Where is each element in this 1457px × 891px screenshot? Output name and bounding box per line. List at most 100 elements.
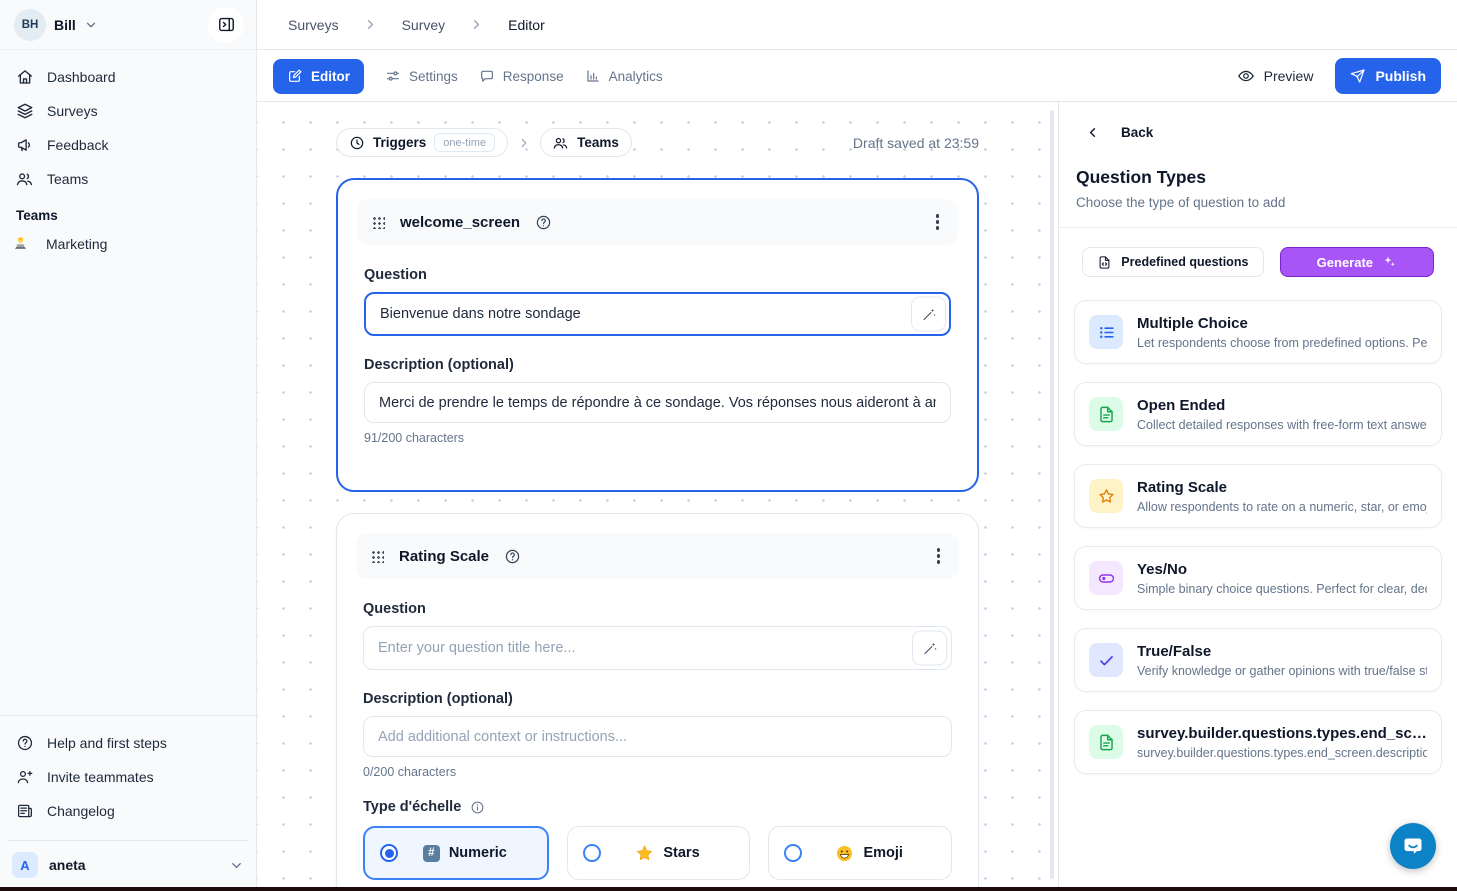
radio-selected[interactable]	[380, 844, 398, 862]
publish-button[interactable]: Publish	[1335, 58, 1441, 94]
preview-button[interactable]: Preview	[1237, 67, 1314, 85]
chevron-left-icon	[1085, 125, 1100, 140]
description-field-label: Description (optional)	[363, 691, 952, 707]
paper-plane-icon	[1350, 68, 1366, 84]
check-icon	[1089, 643, 1123, 677]
question-type-end-screen[interactable]: survey.builder.questions.types.end_scr..…	[1074, 710, 1442, 774]
tab-settings[interactable]: Settings	[385, 68, 458, 84]
question-card-welcome-screen[interactable]: welcome_screen Question Description (opt…	[336, 178, 979, 492]
question-circle-icon	[16, 734, 34, 752]
question-title-input[interactable]	[364, 292, 951, 336]
users-icon	[553, 135, 569, 151]
sidebar-item-surveys[interactable]: Surveys	[8, 94, 248, 128]
users-icon	[16, 170, 34, 188]
newspaper-icon	[16, 802, 34, 820]
sidebar-item-changelog[interactable]: Changelog	[8, 794, 248, 828]
question-description-input[interactable]	[363, 716, 952, 757]
account-name: aneta	[49, 857, 218, 873]
magic-wand-icon[interactable]	[912, 631, 947, 666]
card-menu-kebab-icon[interactable]	[932, 210, 943, 233]
sidebar-item-help[interactable]: Help and first steps	[8, 726, 248, 760]
number-keycap-icon: #	[423, 845, 440, 862]
info-circle-icon[interactable]	[470, 800, 485, 815]
type-name: Rating Scale	[1137, 479, 1427, 496]
generate-button[interactable]: Generate	[1280, 247, 1434, 277]
question-title-input[interactable]	[363, 626, 952, 670]
sidebar-item-label: Feedback	[47, 137, 108, 153]
drag-handle-icon[interactable]	[371, 550, 384, 563]
sidebar-item-feedback[interactable]: Feedback	[8, 128, 248, 162]
back-label: Back	[1121, 125, 1153, 140]
tab-label: Editor	[311, 69, 350, 84]
triggers-chip[interactable]: Triggers one-time	[336, 128, 508, 157]
tab-editor[interactable]: Editor	[273, 59, 364, 94]
panel-toggle-icon	[217, 15, 236, 34]
option-label: Stars	[663, 845, 699, 861]
window-bottom-edge	[0, 887, 1457, 891]
tab-response[interactable]: Response	[479, 68, 564, 84]
question-type-multiple-choice[interactable]: Multiple Choice Let respondents choose f…	[1074, 300, 1442, 364]
sidebar-item-teams[interactable]: Teams	[8, 162, 248, 196]
sidebar-item-team-marketing[interactable]: Marketing	[0, 227, 256, 260]
question-type-rating-scale[interactable]: Rating Scale Allow respondents to rate o…	[1074, 464, 1442, 528]
question-card-header: welcome_screen	[357, 199, 958, 245]
predefined-label: Predefined questions	[1121, 255, 1248, 269]
magic-wand-icon[interactable]	[911, 297, 946, 332]
breadcrumb-survey[interactable]: Survey	[402, 17, 446, 33]
chevron-right-icon	[469, 17, 484, 32]
tab-analytics[interactable]: Analytics	[585, 68, 663, 84]
question-description-input[interactable]	[364, 382, 951, 423]
help-circle-icon[interactable]	[504, 548, 521, 565]
canvas-scrollbar[interactable]	[1050, 110, 1054, 879]
radio-unselected[interactable]	[784, 844, 802, 862]
breadcrumb-surveys[interactable]: Surveys	[288, 17, 339, 33]
account-menu[interactable]: A aneta	[12, 852, 244, 878]
scale-option-emoji[interactable]: Emoji	[768, 826, 952, 880]
scale-type-label: Type d'échelle	[363, 799, 461, 815]
star-emoji-icon	[635, 844, 654, 863]
account-avatar: A	[12, 852, 38, 878]
drag-handle-icon[interactable]	[372, 216, 385, 229]
technologist-emoji-icon	[12, 235, 29, 252]
teams-chip[interactable]: Teams	[540, 128, 632, 157]
pencil-square-icon	[287, 68, 303, 84]
breadcrumb-editor[interactable]: Editor	[508, 17, 545, 33]
workspace-switcher[interactable]: BH Bill	[0, 0, 256, 50]
question-type-true-false[interactable]: True/False Verify knowledge or gather op…	[1074, 628, 1442, 692]
question-type-yes-no[interactable]: Yes/No Simple binary choice questions. P…	[1074, 546, 1442, 610]
sidebar-nav: Dashboard Surveys Feedback Teams	[0, 50, 256, 196]
sidebar: BH Bill Dashboard Surveys F	[0, 0, 257, 891]
type-name: Open Ended	[1137, 397, 1427, 414]
back-button[interactable]: Back	[1085, 125, 1153, 140]
character-count: 0/200 characters	[363, 765, 952, 779]
question-card-header: Rating Scale	[356, 533, 959, 579]
draft-status: Draft saved at 23:59	[853, 135, 979, 151]
type-description: Simple binary choice questions. Perfect …	[1137, 582, 1427, 596]
chat-launcher-button[interactable]	[1390, 823, 1436, 869]
panel-subtitle: Choose the type of question to add	[1076, 195, 1442, 210]
option-label: Numeric	[449, 845, 507, 861]
star-icon	[1089, 479, 1123, 513]
tab-label: Analytics	[609, 69, 663, 84]
sidebar-item-invite[interactable]: Invite teammates	[8, 760, 248, 794]
sidebar-item-label: Dashboard	[47, 69, 116, 85]
question-type-open-ended[interactable]: Open Ended Collect detailed responses wi…	[1074, 382, 1442, 446]
question-card-title: Rating Scale	[399, 548, 489, 565]
help-circle-icon[interactable]	[535, 214, 552, 231]
clock-icon	[349, 135, 365, 151]
type-description: Verify knowledge or gather opinions with…	[1137, 664, 1427, 678]
trigger-frequency-badge: one-time	[434, 133, 495, 152]
predefined-questions-button[interactable]: Predefined questions	[1082, 247, 1264, 277]
question-card-rating-scale[interactable]: Rating Scale Question Description (optio…	[336, 513, 979, 891]
chevron-down-icon	[84, 18, 98, 32]
radio-unselected[interactable]	[583, 844, 601, 862]
scale-option-stars[interactable]: Stars	[567, 826, 751, 880]
option-label: Emoji	[863, 845, 902, 861]
divider	[1059, 227, 1457, 228]
sidebar-collapse-button[interactable]	[208, 7, 244, 43]
megaphone-icon	[16, 136, 34, 154]
card-menu-kebab-icon[interactable]	[933, 544, 944, 567]
sidebar-item-dashboard[interactable]: Dashboard	[8, 60, 248, 94]
scale-option-numeric[interactable]: # Numeric	[363, 826, 549, 880]
question-field-label: Question	[364, 267, 951, 283]
